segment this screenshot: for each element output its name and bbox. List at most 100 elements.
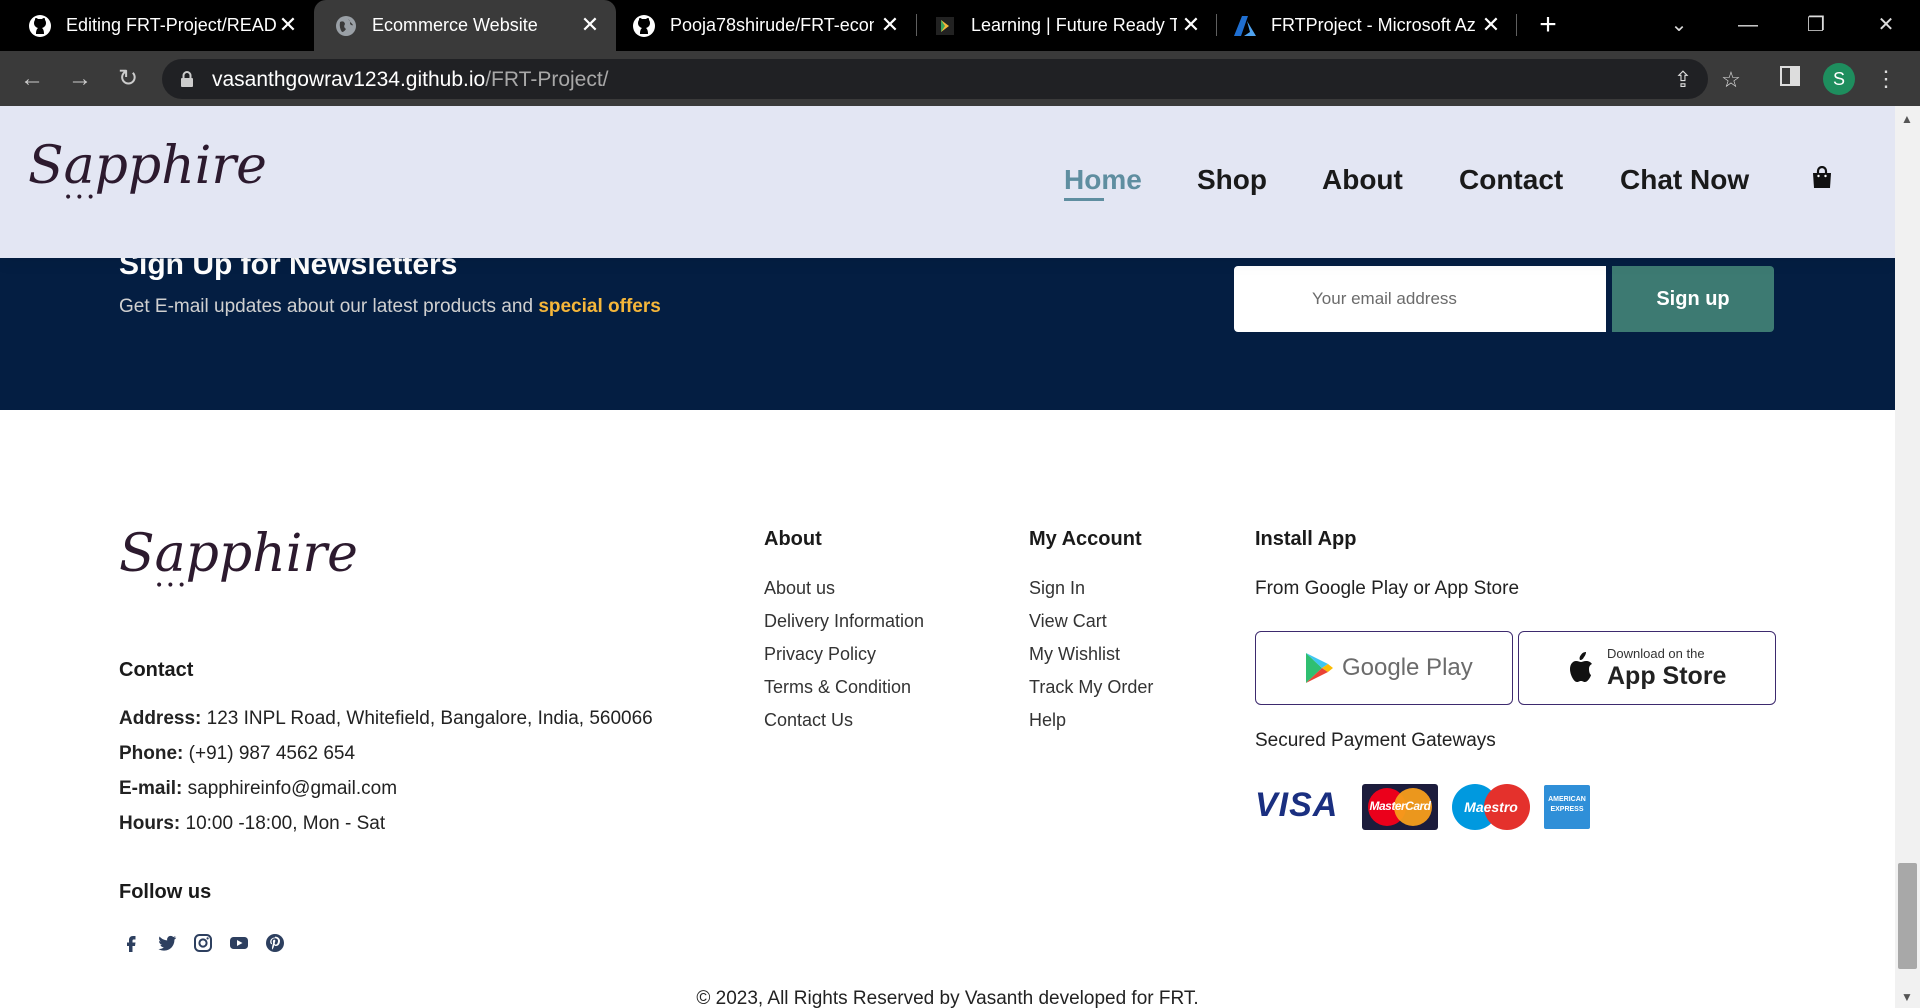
google-play-button[interactable]: Google Play	[1255, 631, 1513, 705]
page-viewport: Sapphire ••• Home Shop About Contact Cha…	[0, 106, 1895, 1008]
account-heading: My Account	[1029, 528, 1142, 550]
restore-icon[interactable]: ❐	[1796, 8, 1836, 42]
logo-text: Sapphire	[28, 136, 267, 196]
minimize-icon[interactable]: —	[1728, 8, 1768, 42]
tab-separator	[1516, 14, 1517, 36]
globe-icon	[334, 14, 358, 38]
install-app-subtitle: From Google Play or App Store	[1255, 578, 1520, 599]
google-play-icon	[1306, 653, 1333, 683]
contact-hours: Hours: 10:00 -18:00, Mon - Sat	[119, 813, 385, 835]
tab-close-icon[interactable]: ✕	[1479, 13, 1503, 37]
forward-icon[interactable]: →	[64, 63, 96, 95]
tab-close-icon[interactable]: ✕	[878, 13, 902, 37]
tab-title: Learning | Future Ready T	[971, 15, 1177, 35]
azure-icon	[1233, 14, 1257, 38]
footer-link-about-us[interactable]: About us	[764, 578, 835, 599]
tab-title: Ecommerce Website	[372, 15, 538, 35]
nav-shop[interactable]: Shop	[1197, 164, 1267, 196]
footer-logo-text: Sapphire	[119, 524, 358, 584]
visa-logo: VISA	[1255, 786, 1338, 825]
nav-contact[interactable]: Contact	[1459, 164, 1563, 196]
tab-close-icon[interactable]: ✕	[1179, 13, 1203, 37]
footer-link-contact-us[interactable]: Contact Us	[764, 710, 853, 731]
install-app-heading: Install App	[1255, 528, 1357, 550]
close-window-icon[interactable]: ✕	[1866, 8, 1906, 42]
nav-chat-now[interactable]: Chat Now	[1620, 164, 1749, 196]
profile-avatar[interactable]: S	[1823, 63, 1855, 95]
footer-link-sign-in[interactable]: Sign In	[1029, 578, 1085, 599]
logo-dots: •••	[155, 578, 189, 594]
contact-address: Address: 123 INPL Road, Whitefield, Bang…	[119, 708, 653, 730]
tab-title: Editing FRT-Project/READ	[66, 15, 277, 35]
email-value: sapphireinfo@gmail.com	[187, 778, 398, 799]
address-bar[interactable]: vasanthgowrav1234.github.io/FRT-Project/…	[162, 59, 1741, 99]
contact-heading: Contact	[119, 659, 194, 681]
url-text: vasanthgowrav1234.github.io/FRT-Project/	[212, 68, 609, 92]
tab-title: FRTProject - Microsoft Az	[1271, 15, 1475, 35]
browser-tab[interactable]: Editing FRT-Project/READ ✕	[0, 0, 314, 51]
browser-tab[interactable]: Learning | Future Ready T ✕	[917, 0, 1217, 51]
footer-link-delivery[interactable]: Delivery Information	[764, 611, 924, 632]
share-icon[interactable]: ⇪	[1670, 67, 1696, 93]
app-store-button[interactable]: Download on the App Store	[1518, 631, 1776, 705]
learning-icon	[933, 14, 957, 38]
back-icon[interactable]: ←	[16, 63, 48, 95]
follow-heading: Follow us	[119, 881, 212, 903]
hours-label: Hours:	[119, 813, 181, 834]
bookmark-star-icon[interactable]: ☆	[1718, 67, 1744, 93]
github-icon	[632, 14, 656, 38]
footer-link-help[interactable]: Help	[1029, 710, 1066, 731]
reload-icon[interactable]: ↻	[112, 63, 144, 95]
scroll-up-icon[interactable]: ▲	[1900, 112, 1914, 126]
nav-about[interactable]: About	[1322, 164, 1403, 196]
newsletter-email-input[interactable]	[1234, 266, 1606, 332]
newsletter-subtitle-text: Get E-mail updates about our latest prod…	[119, 296, 534, 317]
footer-link-privacy[interactable]: Privacy Policy	[764, 644, 876, 665]
tab-close-icon[interactable]: ✕	[578, 13, 602, 37]
footer-link-terms[interactable]: Terms & Condition	[764, 677, 911, 698]
tab-close-icon[interactable]: ✕	[276, 13, 300, 37]
hours-value: 10:00 -18:00, Mon - Sat	[185, 813, 386, 834]
footer-link-track-order[interactable]: Track My Order	[1029, 677, 1153, 698]
browser-tab-bar: Editing FRT-Project/READ ✕ Ecommerce Web…	[0, 0, 1920, 51]
nav-active-underline	[1064, 198, 1104, 201]
menu-kebab-icon[interactable]: ⋮	[1872, 65, 1900, 93]
lock-icon[interactable]	[180, 71, 194, 87]
visa-text: VISA	[1255, 786, 1339, 824]
facebook-icon[interactable]	[120, 932, 142, 954]
address-label: Address:	[119, 708, 202, 729]
browser-tab-active[interactable]: Ecommerce Website ✕	[314, 0, 616, 51]
newsletter-signup-button[interactable]: Sign up	[1612, 266, 1774, 332]
browser-tab[interactable]: Pooja78shirude/FRT-econ ✕	[616, 0, 916, 51]
scrollbar-thumb[interactable]	[1898, 863, 1917, 969]
site-logo[interactable]: Sapphire •••	[28, 136, 267, 206]
shopping-bag-icon[interactable]	[1810, 166, 1834, 190]
address-value: 123 INPL Road, Whitefield, Bangalore, In…	[206, 708, 653, 729]
browser-tab[interactable]: FRTProject - Microsoft Az ✕	[1217, 0, 1517, 51]
logo-dots: •••	[64, 190, 98, 206]
footer-link-view-cart[interactable]: View Cart	[1029, 611, 1107, 632]
browser-toolbar: ← → ↻ vasanthgowrav1234.github.io/FRT-Pr…	[0, 51, 1920, 106]
new-tab-button[interactable]: +	[1532, 10, 1564, 42]
app-store-label: App Store	[1607, 662, 1727, 690]
url-host: vasanthgowrav1234.github.io	[212, 68, 486, 91]
maestro-logo: Maestro	[1452, 784, 1530, 830]
footer-logo[interactable]: Sapphire •••	[119, 524, 358, 594]
scroll-down-icon[interactable]: ▼	[1900, 990, 1914, 1004]
tab-search-icon[interactable]: ⌄	[1659, 8, 1699, 42]
nav-home[interactable]: Home	[1064, 164, 1142, 196]
twitter-icon[interactable]	[156, 932, 178, 954]
side-panel-icon[interactable]	[1776, 65, 1804, 93]
contact-email: E-mail: sapphireinfo@gmail.com	[119, 778, 397, 800]
pinterest-icon[interactable]	[264, 932, 286, 954]
email-label: E-mail:	[119, 778, 183, 799]
instagram-icon[interactable]	[192, 932, 214, 954]
apple-icon	[1570, 652, 1592, 682]
mastercard-text: MasterCard	[1369, 799, 1431, 813]
site-header: Sapphire ••• Home Shop About Contact Cha…	[0, 106, 1895, 258]
footer-link-wishlist[interactable]: My Wishlist	[1029, 644, 1120, 665]
amex-text: AMERICAN EXPRESS	[1548, 796, 1586, 813]
about-heading: About	[764, 528, 822, 550]
contact-phone: Phone: (+91) 987 4562 654	[119, 743, 355, 765]
youtube-icon[interactable]	[228, 932, 250, 954]
